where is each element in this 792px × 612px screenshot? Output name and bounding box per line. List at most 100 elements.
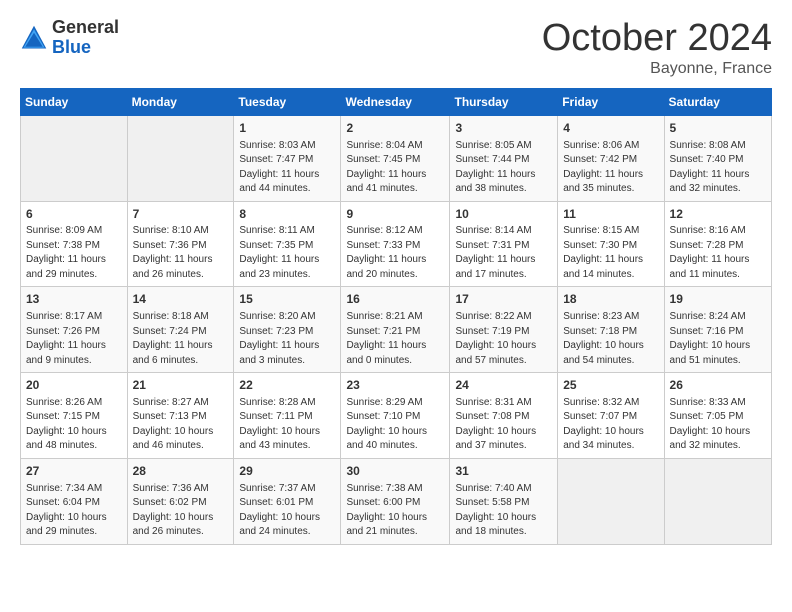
day-number: 11 — [563, 206, 658, 223]
day-info: Sunrise: 8:20 AM Sunset: 7:23 PM Dayligh… — [239, 310, 335, 368]
calendar-cell — [664, 458, 771, 544]
logo-text: GeneralBlue — [52, 18, 119, 58]
calendar-cell: 14 Sunrise: 8:18 AM Sunset: 7:24 PM Dayli… — [127, 287, 234, 373]
calendar-week-row: 27 Sunrise: 7:34 AM Sunset: 6:04 PM Dayli… — [21, 458, 772, 544]
day-info: Sunrise: 7:37 AM Sunset: 6:01 PM Dayligh… — [239, 482, 335, 540]
day-number: 28 — [133, 463, 229, 480]
day-info: Sunrise: 8:29 AM Sunset: 7:10 PM Dayligh… — [346, 396, 444, 454]
day-number: 27 — [26, 463, 122, 480]
day-number: 14 — [133, 291, 229, 308]
day-number: 6 — [26, 206, 122, 223]
day-number: 24 — [455, 377, 552, 394]
location: Bayonne, France — [542, 60, 772, 78]
day-info: Sunrise: 8:12 AM Sunset: 7:33 PM Dayligh… — [346, 224, 444, 282]
weekday-header: Tuesday — [234, 88, 341, 115]
day-info: Sunrise: 8:31 AM Sunset: 7:08 PM Dayligh… — [455, 396, 552, 454]
calendar-cell: 1 Sunrise: 8:03 AM Sunset: 7:47 PM Daylig… — [234, 115, 341, 201]
calendar-week-row: 6Sunrise: 8:09 AM Sunset: 7:38 PM Daylig… — [21, 201, 772, 287]
day-info: Sunrise: 8:05 AM Sunset: 7:44 PM Dayligh… — [455, 139, 552, 197]
calendar-cell: 29 Sunrise: 7:37 AM Sunset: 6:01 PM Dayli… — [234, 458, 341, 544]
calendar-cell: 20 Sunrise: 8:26 AM Sunset: 7:15 PM Dayli… — [21, 373, 128, 459]
calendar-cell: 9Sunrise: 8:12 AM Sunset: 7:33 PM Daylig… — [341, 201, 450, 287]
day-number: 21 — [133, 377, 229, 394]
calendar-cell: 3 Sunrise: 8:05 AM Sunset: 7:44 PM Daylig… — [450, 115, 558, 201]
day-number: 26 — [670, 377, 766, 394]
day-info: Sunrise: 8:08 AM Sunset: 7:40 PM Dayligh… — [670, 139, 766, 197]
calendar-cell: 6Sunrise: 8:09 AM Sunset: 7:38 PM Daylig… — [21, 201, 128, 287]
day-number: 3 — [455, 120, 552, 137]
calendar-cell: 10Sunrise: 8:14 AM Sunset: 7:31 PM Dayli… — [450, 201, 558, 287]
day-info: Sunrise: 7:36 AM Sunset: 6:02 PM Dayligh… — [133, 482, 229, 540]
day-info: Sunrise: 8:15 AM Sunset: 7:30 PM Dayligh… — [563, 224, 658, 282]
weekday-header: Wednesday — [341, 88, 450, 115]
day-info: Sunrise: 7:38 AM Sunset: 6:00 PM Dayligh… — [346, 482, 444, 540]
calendar-cell: 31 Sunrise: 7:40 AM Sunset: 5:58 PM Dayli… — [450, 458, 558, 544]
calendar-cell: 13 Sunrise: 8:17 AM Sunset: 7:26 PM Dayli… — [21, 287, 128, 373]
day-info: Sunrise: 8:10 AM Sunset: 7:36 PM Dayligh… — [133, 224, 229, 282]
calendar-cell: 24 Sunrise: 8:31 AM Sunset: 7:08 PM Dayli… — [450, 373, 558, 459]
calendar-week-row: 1 Sunrise: 8:03 AM Sunset: 7:47 PM Daylig… — [21, 115, 772, 201]
calendar-cell: 8Sunrise: 8:11 AM Sunset: 7:35 PM Daylig… — [234, 201, 341, 287]
day-info: Sunrise: 8:27 AM Sunset: 7:13 PM Dayligh… — [133, 396, 229, 454]
calendar-cell: 19Sunrise: 8:24 AM Sunset: 7:16 PM Dayli… — [664, 287, 771, 373]
calendar-cell: 22Sunrise: 8:28 AM Sunset: 7:11 PM Dayli… — [234, 373, 341, 459]
day-info: Sunrise: 8:28 AM Sunset: 7:11 PM Dayligh… — [239, 396, 335, 454]
day-info: Sunrise: 8:21 AM Sunset: 7:21 PM Dayligh… — [346, 310, 444, 368]
day-number: 29 — [239, 463, 335, 480]
calendar-table: SundayMondayTuesdayWednesdayThursdayFrid… — [20, 88, 772, 545]
day-number: 31 — [455, 463, 552, 480]
day-number: 4 — [563, 120, 658, 137]
calendar-cell: 4 Sunrise: 8:06 AM Sunset: 7:42 PM Daylig… — [558, 115, 664, 201]
day-number: 30 — [346, 463, 444, 480]
calendar-cell: 17Sunrise: 8:22 AM Sunset: 7:19 PM Dayli… — [450, 287, 558, 373]
day-number: 19 — [670, 291, 766, 308]
weekday-header: Monday — [127, 88, 234, 115]
calendar-cell: 7Sunrise: 8:10 AM Sunset: 7:36 PM Daylig… — [127, 201, 234, 287]
logo: GeneralBlue — [20, 18, 119, 58]
day-number: 18 — [563, 291, 658, 308]
calendar-cell: 16 Sunrise: 8:21 AM Sunset: 7:21 PM Dayli… — [341, 287, 450, 373]
day-info: Sunrise: 8:17 AM Sunset: 7:26 PM Dayligh… — [26, 310, 122, 368]
day-info: Sunrise: 7:34 AM Sunset: 6:04 PM Dayligh… — [26, 482, 122, 540]
title-block: October 2024 Bayonne, France — [542, 18, 772, 78]
day-info: Sunrise: 8:18 AM Sunset: 7:24 PM Dayligh… — [133, 310, 229, 368]
day-info: Sunrise: 7:40 AM Sunset: 5:58 PM Dayligh… — [455, 482, 552, 540]
calendar-cell — [558, 458, 664, 544]
day-info: Sunrise: 8:14 AM Sunset: 7:31 PM Dayligh… — [455, 224, 552, 282]
calendar-page: GeneralBlue October 2024 Bayonne, France… — [0, 0, 792, 612]
weekday-header: Sunday — [21, 88, 128, 115]
calendar-cell: 27 Sunrise: 7:34 AM Sunset: 6:04 PM Dayli… — [21, 458, 128, 544]
calendar-cell: 12Sunrise: 8:16 AM Sunset: 7:28 PM Dayli… — [664, 201, 771, 287]
day-number: 20 — [26, 377, 122, 394]
day-number: 2 — [346, 120, 444, 137]
day-info: Sunrise: 8:26 AM Sunset: 7:15 PM Dayligh… — [26, 396, 122, 454]
calendar-cell: 15Sunrise: 8:20 AM Sunset: 7:23 PM Dayli… — [234, 287, 341, 373]
day-info: Sunrise: 8:09 AM Sunset: 7:38 PM Dayligh… — [26, 224, 122, 282]
calendar-week-row: 20 Sunrise: 8:26 AM Sunset: 7:15 PM Dayli… — [21, 373, 772, 459]
calendar-cell: 26 Sunrise: 8:33 AM Sunset: 7:05 PM Dayli… — [664, 373, 771, 459]
day-info: Sunrise: 8:04 AM Sunset: 7:45 PM Dayligh… — [346, 139, 444, 197]
month-title: October 2024 — [542, 18, 772, 60]
calendar-cell — [21, 115, 128, 201]
day-number: 12 — [670, 206, 766, 223]
day-info: Sunrise: 8:22 AM Sunset: 7:19 PM Dayligh… — [455, 310, 552, 368]
day-number: 13 — [26, 291, 122, 308]
day-info: Sunrise: 8:11 AM Sunset: 7:35 PM Dayligh… — [239, 224, 335, 282]
calendar-cell — [127, 115, 234, 201]
header: GeneralBlue October 2024 Bayonne, France — [20, 18, 772, 78]
calendar-cell: 21 Sunrise: 8:27 AM Sunset: 7:13 PM Dayli… — [127, 373, 234, 459]
day-info: Sunrise: 8:03 AM Sunset: 7:47 PM Dayligh… — [239, 139, 335, 197]
day-number: 1 — [239, 120, 335, 137]
day-info: Sunrise: 8:16 AM Sunset: 7:28 PM Dayligh… — [670, 224, 766, 282]
day-info: Sunrise: 8:33 AM Sunset: 7:05 PM Dayligh… — [670, 396, 766, 454]
day-info: Sunrise: 8:06 AM Sunset: 7:42 PM Dayligh… — [563, 139, 658, 197]
calendar-cell: 23 Sunrise: 8:29 AM Sunset: 7:10 PM Dayli… — [341, 373, 450, 459]
weekday-header: Friday — [558, 88, 664, 115]
day-number: 16 — [346, 291, 444, 308]
weekday-header: Thursday — [450, 88, 558, 115]
calendar-cell: 5Sunrise: 8:08 AM Sunset: 7:40 PM Daylig… — [664, 115, 771, 201]
day-number: 23 — [346, 377, 444, 394]
calendar-cell: 30 Sunrise: 7:38 AM Sunset: 6:00 PM Dayli… — [341, 458, 450, 544]
calendar-cell: 11Sunrise: 8:15 AM Sunset: 7:30 PM Dayli… — [558, 201, 664, 287]
day-number: 7 — [133, 206, 229, 223]
